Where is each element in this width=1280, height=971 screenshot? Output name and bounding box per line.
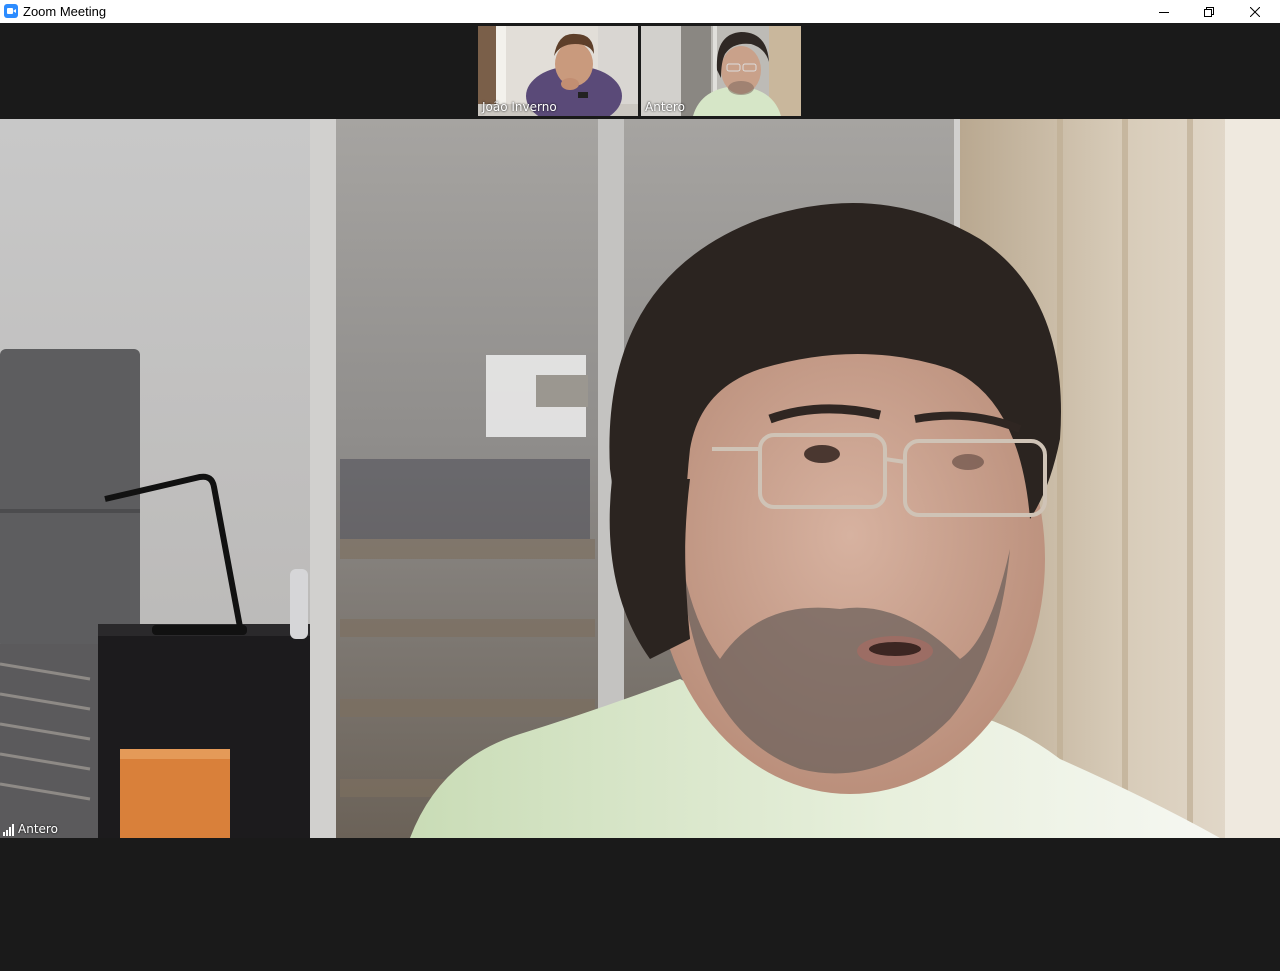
- close-button[interactable]: [1232, 0, 1278, 23]
- participant-thumbnail[interactable]: Antero: [641, 26, 801, 116]
- speaker-label: Antero: [3, 823, 58, 836]
- participant-strip: João Inverno Antero: [0, 23, 1280, 119]
- title-bar: Zoom Meeting: [0, 0, 1280, 23]
- participant-name: Antero: [645, 100, 685, 114]
- window-title: Zoom Meeting: [23, 4, 107, 19]
- close-icon: [1250, 6, 1260, 17]
- signal-strength-icon: [3, 824, 14, 836]
- speaker-name: Antero: [18, 822, 58, 836]
- participant-name: João Inverno: [482, 100, 557, 114]
- restore-icon: [1204, 6, 1214, 17]
- video-background: [0, 838, 1280, 971]
- speaker-video-feed: [0, 119, 1280, 838]
- participant-thumbnail[interactable]: João Inverno: [478, 26, 638, 116]
- active-speaker-video[interactable]: Antero: [0, 119, 1280, 838]
- zoom-camera-icon: [4, 4, 18, 18]
- minimize-icon: [1159, 11, 1169, 13]
- minimize-button[interactable]: [1141, 0, 1187, 23]
- restore-button[interactable]: [1186, 0, 1232, 23]
